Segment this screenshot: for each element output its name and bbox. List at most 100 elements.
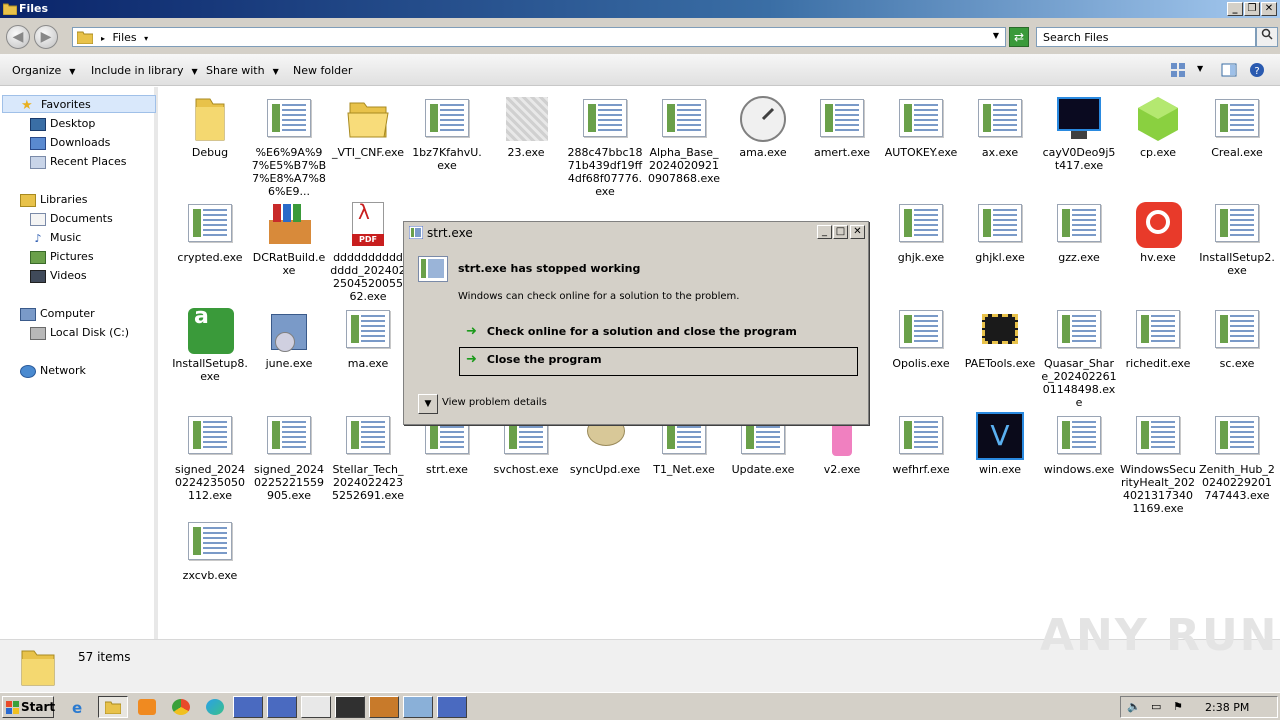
file-item[interactable]: Stellar_Tech_2024022423 5252691.exe [330,412,406,502]
file-item[interactable]: PAETools.exe [962,306,1038,370]
nav-network[interactable]: Network [20,362,86,380]
breadcrumb[interactable]: ▸ Files ▾ [101,31,152,44]
file-item[interactable]: ax.exe [962,95,1038,159]
network-tray-icon[interactable]: ▭ [1151,700,1161,713]
file-item[interactable]: Alpha_Base_20240209210907868.exe [646,95,722,185]
restore-button[interactable]: ❐ [1244,2,1260,16]
file-item[interactable]: 1bz7KfahvU.exe [409,95,485,172]
volume-icon[interactable]: 🔈 [1127,700,1141,713]
file-item[interactable]: june.exe [251,306,327,370]
file-item[interactable]: _VTI_CNF.exe [330,95,406,159]
file-item[interactable]: signed_20240224235050112.exe [172,412,248,502]
ie-icon[interactable]: e [72,699,90,717]
exe-icon [344,306,392,354]
new-folder-button[interactable]: New folder [293,64,352,77]
file-item[interactable]: cayV0Deo9j5t417.exe [1041,95,1117,172]
nav-favorites[interactable]: ★ Favorites [2,95,156,113]
chrome-icon[interactable] [172,699,190,715]
file-item[interactable]: Creal.exe [1199,95,1275,159]
file-item[interactable]: wefhrf.exe [883,412,959,476]
file-item[interactable]: Quasar_Share_20240226101148498.exe [1041,306,1117,409]
file-item[interactable]: AUTOKEY.exe [883,95,959,159]
search-icon[interactable] [1256,27,1278,47]
nav-recent-places[interactable]: Recent Places [30,153,127,171]
taskbar-explorer[interactable] [98,696,128,718]
forward-button[interactable]: ▶ [34,25,58,49]
file-item[interactable]: 288c47bbc1871b439df19ff4df68f07776.exe [567,95,643,198]
nav-libraries[interactable]: Libraries [20,191,88,209]
nav-videos[interactable]: Videos [30,267,87,285]
file-item[interactable]: signed_20240225221559905.exe [251,412,327,502]
taskbar-app-4[interactable] [335,696,365,718]
check-online-button[interactable]: ➜ Check online for a solution and close t… [464,322,859,346]
nav-local-disk[interactable]: Local Disk (C:) [30,324,129,342]
expand-details-button[interactable]: ▼ [418,394,438,414]
file-item[interactable]: sc.exe [1199,306,1275,370]
file-item[interactable]: ama.exe [725,95,801,159]
file-item[interactable]: ghjk.exe [883,200,959,264]
dialog-close-button[interactable]: ✕ [850,225,865,239]
file-item[interactable]: %E6%9A%97%E5%B7%B7%E8%A7%86%E9... [251,95,327,198]
search-input[interactable]: Search Files [1036,27,1256,47]
file-item[interactable]: PDF λ dddddddddddddd_202402250452005562.ex… [330,200,406,303]
file-item[interactable]: Zenith_Hub_20240229201747443.exe [1199,412,1275,502]
file-item[interactable]: Opolis.exe [883,306,959,370]
preview-pane-icon[interactable] [1221,62,1237,78]
clock[interactable]: 2:38 PM [1205,701,1249,714]
address-history-dropdown[interactable]: ▼ [993,31,999,40]
nav-pictures[interactable]: Pictures [30,248,94,266]
dialog-minimize-button[interactable]: _ [817,225,832,239]
breadcrumb-files[interactable]: Files [113,31,137,44]
nav-documents[interactable]: Documents [30,210,113,228]
view-details-link[interactable]: View problem details [442,397,547,408]
nav-downloads[interactable]: Downloads [30,134,110,152]
close-program-button[interactable]: ➜ Close the program [459,347,858,376]
file-name: InstallSetup2.exe [1199,251,1275,277]
close-button[interactable]: ✕ [1261,2,1277,16]
file-item[interactable]: richedit.exe [1120,306,1196,370]
view-dropdown-icon[interactable]: ▼ [1197,64,1203,73]
taskbar-app-3[interactable] [301,696,331,718]
view-options-icon[interactable] [1170,62,1186,78]
minimize-button[interactable]: _ [1227,2,1243,16]
nav-desktop[interactable]: Desktop [30,115,95,133]
include-in-library-menu[interactable]: Include in library ▼ [91,64,198,77]
file-item[interactable]: DCRatBuild.exe [251,200,327,277]
file-item[interactable]: cp.exe [1120,95,1196,159]
file-item[interactable]: WindowsSecurityHealt_20240213173401169.e… [1120,412,1196,515]
file-item[interactable]: a InstallSetup8.exe [172,306,248,384]
back-button[interactable]: ◀ [6,25,30,49]
organize-menu[interactable]: Organize ▼ [12,64,75,77]
taskbar-app-2[interactable] [267,696,297,718]
help-icon[interactable]: ? [1249,62,1265,78]
taskbar-app-1[interactable] [233,696,263,718]
flag-icon[interactable]: ⚑ [1173,700,1183,713]
file-item[interactable]: ma.exe [330,306,406,370]
exe-icon [1213,95,1261,143]
edge-icon[interactable] [206,699,224,715]
file-item[interactable]: Debug [172,95,248,159]
file-name: amert.exe [813,146,871,159]
taskbar-app-5[interactable] [369,696,399,718]
address-field[interactable]: ▸ Files ▾ ▼ [72,27,1006,47]
file-item[interactable]: ghjkl.exe [962,200,1038,264]
file-item[interactable]: 23.exe [488,95,564,159]
taskbar-app-7[interactable] [437,696,467,718]
nav-computer[interactable]: Computer [20,305,95,323]
file-item[interactable]: windows.exe [1041,412,1117,476]
share-with-menu[interactable]: Share with ▼ [206,64,279,77]
media-player-icon[interactable] [138,699,156,715]
file-item[interactable]: InstallSetup2.exe [1199,200,1275,277]
nav-music[interactable]: ♪ Music [30,229,81,247]
file-name: ama.exe [739,146,787,159]
file-item[interactable]: zxcvb.exe [172,518,248,582]
file-item[interactable]: Vwin.exe [962,412,1038,476]
file-item[interactable]: hv.exe [1120,200,1196,264]
file-item[interactable]: gzz.exe [1041,200,1117,264]
file-item[interactable]: amert.exe [804,95,880,159]
dialog-maximize-button[interactable]: □ [833,225,848,239]
refresh-button[interactable]: ⇄ [1009,27,1029,47]
file-item[interactable]: crypted.exe [172,200,248,264]
taskbar-app-6[interactable] [403,696,433,718]
start-button[interactable]: Start [2,696,55,718]
